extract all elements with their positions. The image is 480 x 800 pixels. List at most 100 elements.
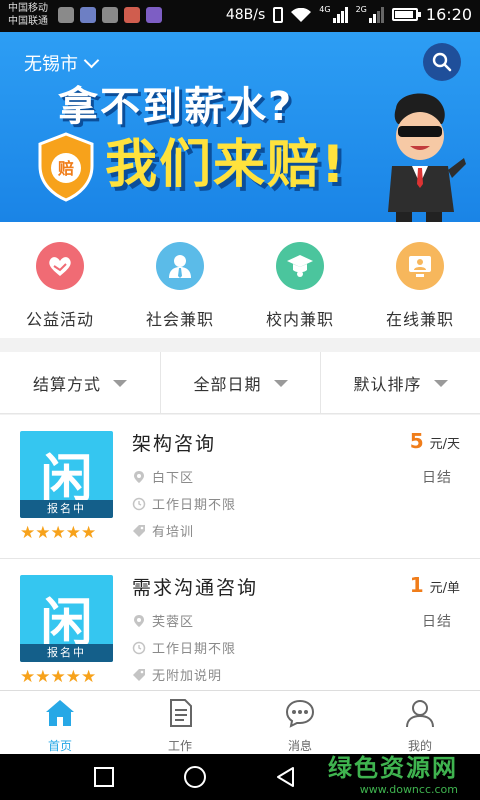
document-icon (170, 699, 192, 727)
clock-icon (132, 641, 146, 654)
clock: 16:20 (425, 5, 472, 24)
status-indicators: 48B/s 4G 2G 16:20 (226, 5, 472, 24)
rating-stars: ★★★★★ (20, 667, 97, 687)
price-value: 5 (409, 429, 424, 453)
signal-icon (368, 6, 384, 23)
price-unit: 元/单 (429, 581, 460, 596)
chevron-down-icon (83, 52, 100, 68)
category-icon-circle (36, 242, 84, 290)
battery-icon (391, 8, 421, 21)
category-row: 公益活动 社会兼职 校内兼职 在线兼职 (0, 222, 480, 338)
app-notification-icon (124, 7, 140, 23)
carrier-2: 中国联通 (8, 16, 48, 27)
person-icon (169, 255, 191, 278)
job-price: 1 元/单 (410, 573, 460, 597)
job-district: 白下区 (152, 471, 195, 486)
signal-tag-2: 2G (355, 5, 367, 14)
job-date: 工作日期不限 (132, 638, 236, 657)
dropdown-arrow-icon (433, 379, 448, 387)
category-label: 在线兼职 (385, 310, 454, 329)
tab-messages[interactable]: 消息 (240, 691, 360, 754)
clock-icon (132, 497, 146, 510)
job-date-text: 工作日期不限 (152, 498, 237, 513)
category-icon-circle (156, 242, 204, 290)
bottom-tab-bar: 首页 工作 消息 我的 (0, 690, 480, 754)
rating-stars: ★★★★★ (20, 523, 97, 543)
city-name: 无锡市 (24, 54, 78, 75)
job-location: 芙蓉区 (132, 611, 194, 630)
tab-label: 工作 (167, 739, 192, 753)
heart-hand-icon (49, 257, 71, 276)
tab-home[interactable]: 首页 (0, 691, 120, 754)
job-list: 闲 报名中 ★★★★★ 架构咨询 5 元/天 日结 白下区 工作日期不限 有培训… (0, 415, 480, 690)
dropdown-arrow-icon (273, 379, 288, 387)
job-item[interactable]: 闲 报名中 ★★★★★ 需求沟通咨询 1 元/单 日结 芙蓉区 工作日期不限 无… (0, 559, 480, 690)
settlement-type: 日结 (422, 614, 452, 630)
city-selector[interactable]: 无锡市 (24, 50, 100, 76)
job-thumbnail: 闲 报名中 (20, 431, 113, 518)
home-button-icon[interactable] (183, 765, 207, 789)
tab-me[interactable]: 我的 (360, 691, 480, 754)
price-value: 1 (409, 573, 424, 597)
carrier-1: 中国移动 (8, 3, 48, 14)
category-icon-circle (276, 242, 324, 290)
job-date: 工作日期不限 (132, 494, 236, 513)
category-public-welfare[interactable]: 公益活动 (0, 222, 120, 338)
filter-label: 结算方式 (32, 375, 101, 394)
promo-banner[interactable]: 无锡市 拿不到薪水? 赔 我们来赔! (0, 32, 480, 222)
notification-icons (58, 7, 162, 23)
chat-bubble-icon (285, 699, 315, 728)
tab-label: 消息 (287, 739, 312, 753)
carrier-info: 中国移动 中国联通 (8, 2, 48, 28)
job-item[interactable]: 闲 报名中 ★★★★★ 架构咨询 5 元/天 日结 白下区 工作日期不限 有培训 (0, 415, 480, 559)
watermark-title: 绿色资源网 (328, 754, 458, 782)
filter-sort[interactable]: 默认排序 (320, 352, 480, 414)
location-pin-icon (134, 470, 144, 483)
filter-label: 默认排序 (353, 375, 422, 394)
home-icon (46, 700, 74, 726)
location-pin-icon (134, 614, 144, 627)
graduation-cap-icon (287, 255, 313, 277)
filter-date[interactable]: 全部日期 (160, 352, 320, 414)
category-social-parttime[interactable]: 社会兼职 (120, 222, 240, 338)
dropdown-arrow-icon (113, 379, 127, 387)
app-notification-icon (102, 7, 118, 23)
job-note-text: 无附加说明 (152, 669, 223, 684)
signup-status-tag: 报名中 (20, 500, 113, 518)
settlement-type: 日结 (422, 470, 452, 486)
category-icon-circle (396, 242, 444, 290)
signup-status-tag: 报名中 (20, 644, 113, 662)
user-icon (406, 700, 434, 728)
job-title: 需求沟通咨询 (132, 577, 259, 599)
app-notification-icon (58, 7, 74, 23)
watermark: 绿色资源网 www.downcc.com (328, 748, 458, 796)
shield-icon: 赔 (38, 132, 94, 202)
job-note: 有培训 (132, 521, 194, 540)
search-button[interactable] (423, 43, 461, 81)
monitor-icon (409, 256, 431, 277)
signal-tag-1: 4G (319, 5, 331, 14)
recent-apps-icon[interactable] (92, 765, 116, 789)
tab-label: 首页 (47, 739, 72, 753)
app-notification-icon (146, 7, 162, 23)
net-speed: 48B/s (225, 6, 266, 23)
back-icon[interactable] (274, 765, 298, 789)
category-campus-parttime[interactable]: 校内兼职 (240, 222, 360, 338)
job-note-text: 有培训 (152, 525, 195, 540)
job-title: 架构咨询 (132, 433, 217, 455)
tag-icon (133, 668, 145, 681)
watermark-url: www.downcc.com (359, 783, 458, 796)
category-online-parttime[interactable]: 在线兼职 (360, 222, 480, 338)
shield-text: 赔 (57, 159, 74, 178)
filter-settlement[interactable]: 结算方式 (0, 352, 160, 414)
job-thumbnail: 闲 报名中 (20, 575, 113, 662)
category-label: 公益活动 (25, 310, 94, 329)
signal-icon (332, 6, 348, 23)
banner-headline-2: 我们来赔! (105, 135, 347, 195)
tab-work[interactable]: 工作 (120, 691, 240, 754)
app-notification-icon (80, 7, 96, 23)
status-bar: 中国移动 中国联通 48B/s 4G 2G 16:20 (0, 0, 480, 32)
search-icon (432, 52, 452, 72)
job-price: 5 元/天 (410, 429, 460, 453)
tag-icon (133, 524, 145, 537)
